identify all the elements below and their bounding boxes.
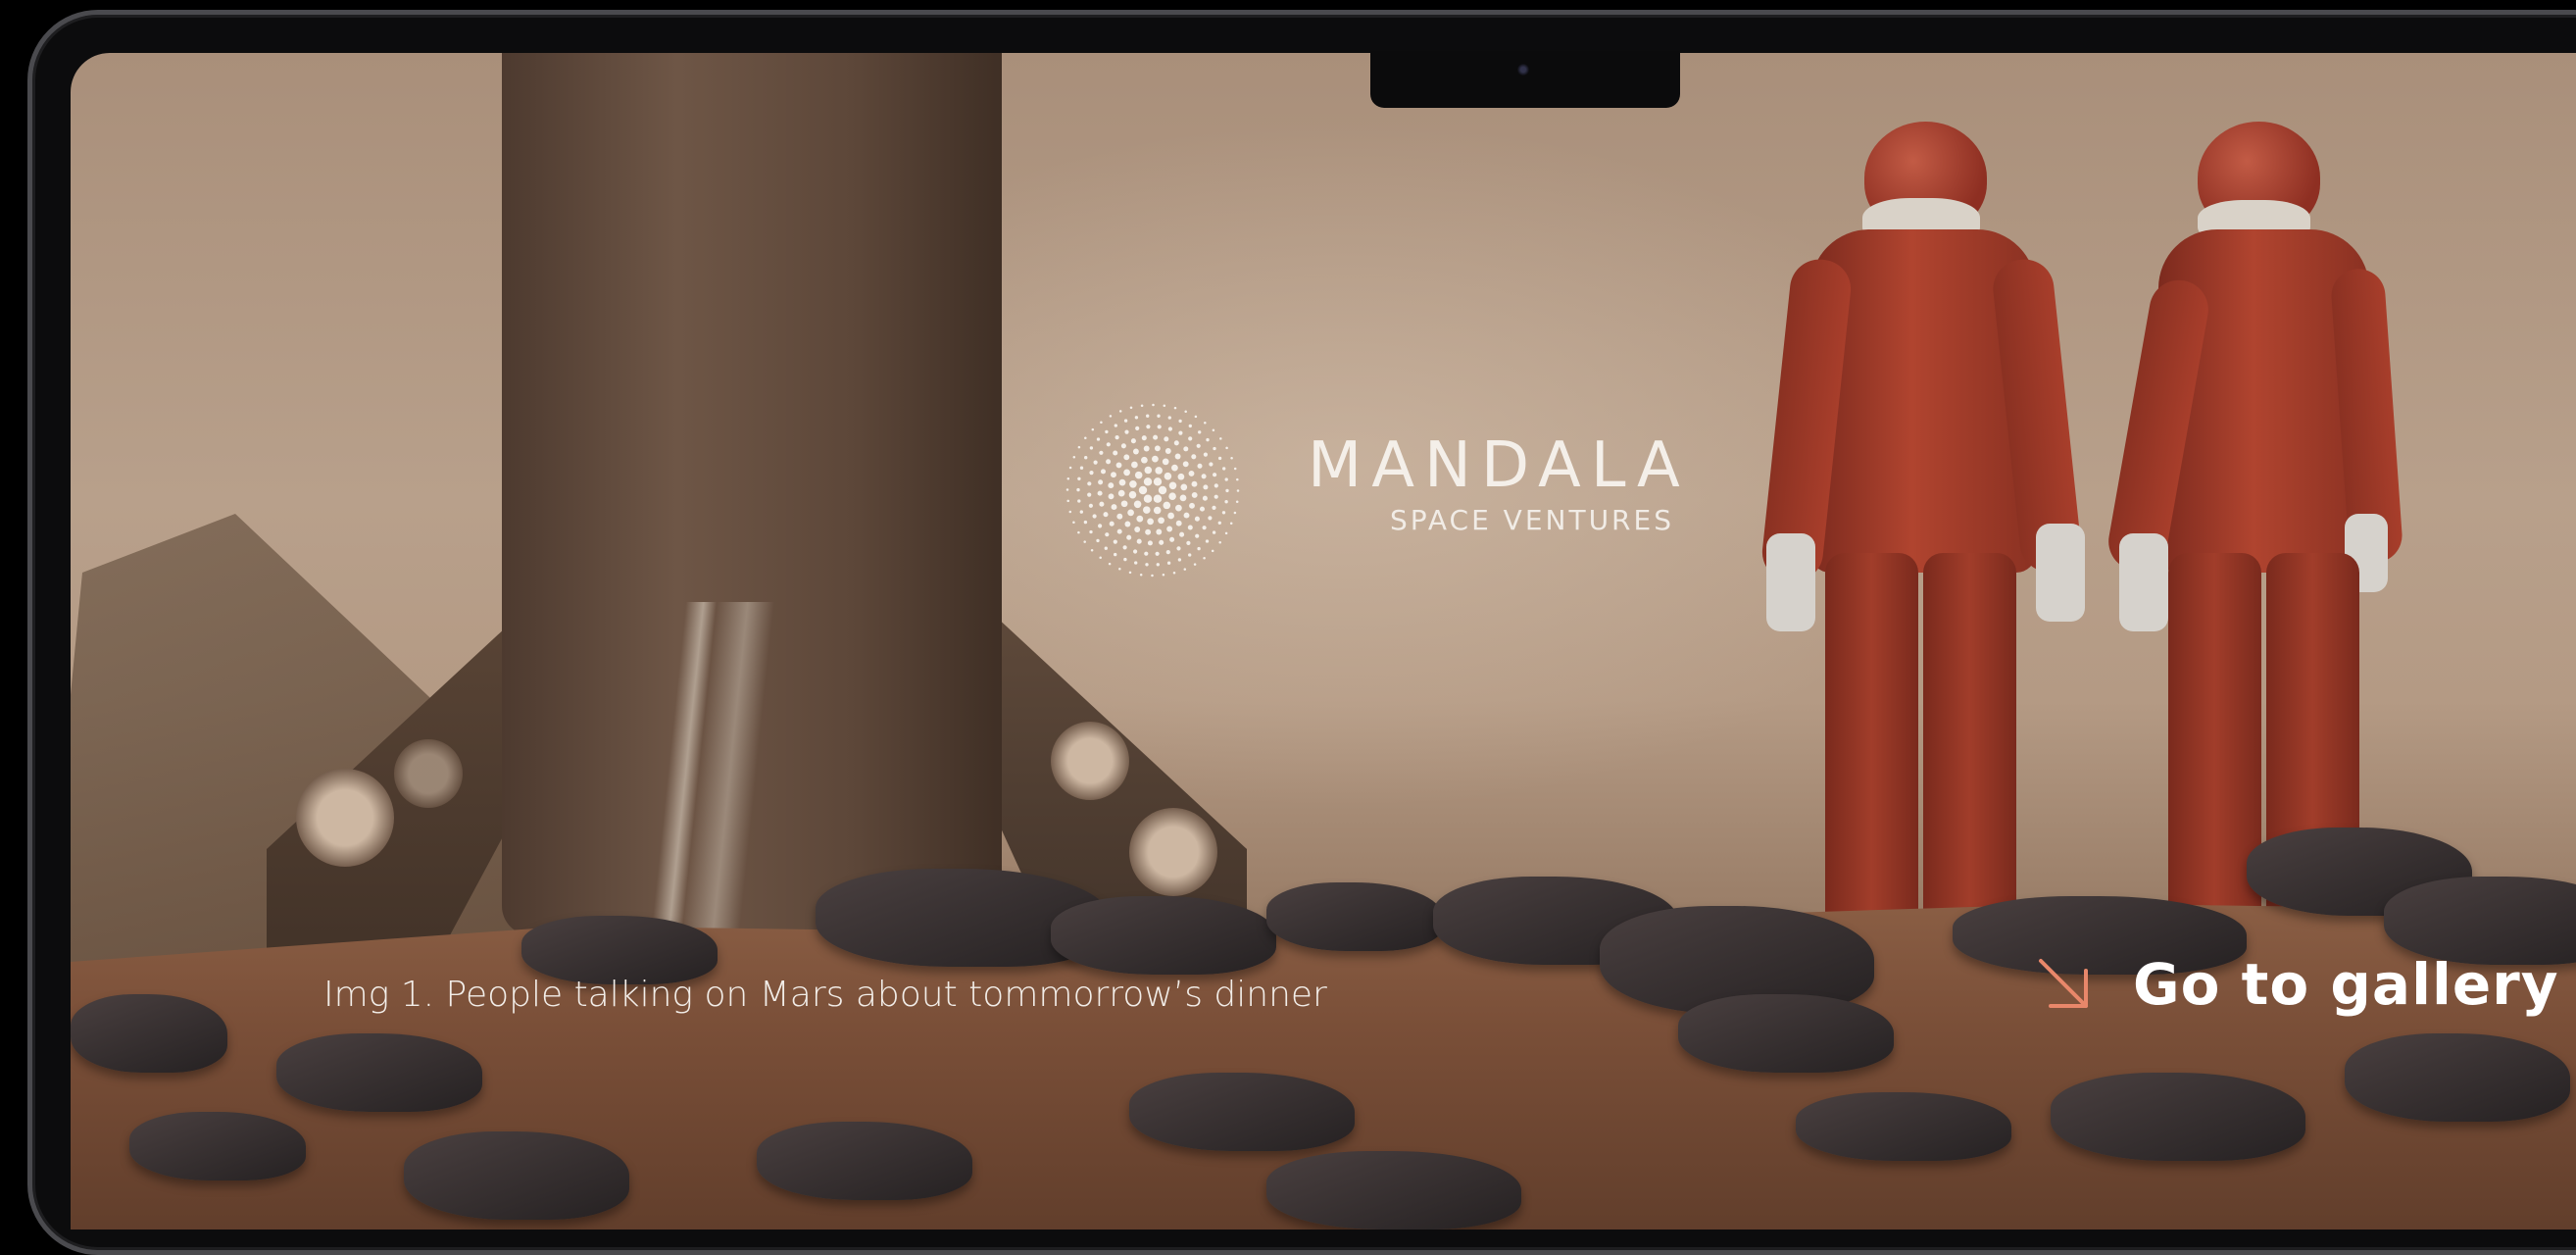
rock [71, 994, 227, 1073]
rock [1051, 896, 1276, 975]
rock [1129, 1073, 1355, 1151]
rocket-fin-hole [296, 769, 394, 867]
arrow-down-right-icon [2039, 959, 2088, 1008]
rock [1266, 1151, 1521, 1230]
rock [2051, 1073, 2305, 1161]
camera-notch [1370, 51, 1680, 108]
rocket-fin-hole [1129, 808, 1217, 896]
hero-section [71, 53, 2576, 1230]
brand-name: MANDALA [1308, 429, 1690, 502]
astronaut-left [1757, 122, 2085, 965]
rock [404, 1131, 629, 1220]
rock [1266, 882, 1443, 951]
brand-tagline: SPACE VENTURES [1390, 504, 1674, 536]
rock [1678, 994, 1894, 1073]
camera-icon [1517, 64, 1529, 75]
rock [757, 1122, 972, 1200]
rock [129, 1112, 306, 1180]
rocket-fin-hole [1051, 722, 1129, 800]
rocket-fin-hole [394, 739, 463, 808]
go-to-gallery-link[interactable]: Go to gallery [2035, 951, 2559, 1018]
go-to-gallery-label: Go to gallery [2133, 951, 2559, 1018]
rock [2345, 1033, 2570, 1122]
dotted-sphere-icon [1065, 403, 1240, 577]
image-caption: Img 1. People talking on Mars about tomm… [323, 975, 1327, 1015]
rock [276, 1033, 482, 1112]
rock [1796, 1092, 2011, 1161]
